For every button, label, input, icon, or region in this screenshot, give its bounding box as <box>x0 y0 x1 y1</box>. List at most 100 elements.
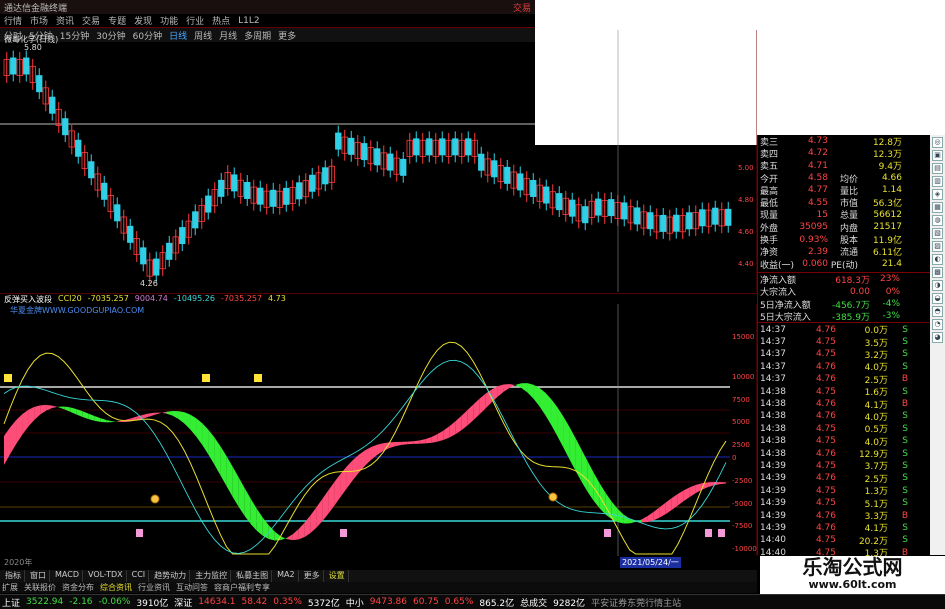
buy-signal-marker <box>202 374 210 382</box>
tool-icon[interactable]: ◍ <box>932 215 943 226</box>
menu-item-market[interactable]: 市场 <box>30 14 48 27</box>
candle-body <box>504 166 511 184</box>
tick-price: 4.76 <box>815 510 836 521</box>
indicator-band-segment <box>304 514 311 537</box>
tick-side: S <box>902 460 908 471</box>
indicator-tab[interactable]: 私募主图 <box>233 570 273 582</box>
indicator-band-segment <box>677 490 684 506</box>
flow-pct: 0% <box>885 286 900 297</box>
menu-item-quotes[interactable]: 行情 <box>4 14 22 27</box>
indicator-tab[interactable]: 趋势动力 <box>151 570 191 582</box>
sub-tab[interactable]: 容商户福利专享 <box>214 582 270 593</box>
kline-ytick: 5.00 <box>738 164 754 172</box>
tick-price: 4.76 <box>815 374 836 385</box>
tool-icon[interactable]: ◕ <box>932 332 943 343</box>
indicator-band-segment <box>593 472 600 509</box>
indicator-tab[interactable]: 窗口 <box>27 570 50 582</box>
indicator-tab[interactable]: 更多 <box>301 570 324 582</box>
candle-body <box>296 182 303 200</box>
indicator-tab[interactable]: 设置 <box>326 570 349 582</box>
menu-item-topics[interactable]: 专题 <box>108 14 126 27</box>
tool-icon[interactable]: ◐ <box>932 254 943 265</box>
menu-item-hot[interactable]: 热点 <box>212 14 230 27</box>
tick-volume: 3.2万 <box>864 350 888 361</box>
indicator-band-segment <box>485 389 492 409</box>
quote-key: 外盘 <box>760 223 779 234</box>
candle-body <box>660 214 667 232</box>
brand-link[interactable]: 交易 <box>513 1 531 14</box>
sub-tab[interactable]: 关联报价 <box>24 582 56 593</box>
sub-tab[interactable]: 互动问答 <box>176 582 208 593</box>
tick-row: 14:37 4.76 4.0万 S <box>758 361 930 374</box>
indicator-band-segment <box>623 514 630 524</box>
indicator-url[interactable]: 华夏金牌WWW.GOODGUPIAO.COM <box>10 305 144 316</box>
candle-body <box>712 207 719 225</box>
indicator-tab[interactable]: 指标 <box>2 570 25 582</box>
tick-row: 14:38 4.75 0.5万 S <box>758 423 930 436</box>
indicator-band-segment <box>383 442 390 452</box>
menu-item-l1l2[interactable]: L1L2 <box>238 16 259 26</box>
tick-side: S <box>902 423 908 434</box>
indicator-tab[interactable]: CCI <box>129 570 150 582</box>
candle-body <box>257 187 264 205</box>
menu-bar: 行情 市场 资讯 交易 专题 发现 功能 行业 热点 L1L2 <box>0 14 535 28</box>
tool-icon[interactable]: ▤ <box>932 163 943 174</box>
indicator-band-segment <box>461 410 468 431</box>
tool-icon[interactable]: ◑ <box>932 280 943 291</box>
kline-chart[interactable]: 微毒化学(日线) 5.80 4.26 5.00 4.80 4.60 4.40 <box>0 30 757 292</box>
sub-tab[interactable]: 资金分布 <box>62 582 94 593</box>
indicator-band-segment <box>322 489 329 521</box>
menu-item-news[interactable]: 资讯 <box>56 14 74 27</box>
indicator-band-segment <box>112 421 119 423</box>
tick-time: 14:38 <box>760 436 786 447</box>
tool-icon[interactable]: ◔ <box>932 319 943 330</box>
indicator-band-segment <box>479 393 486 415</box>
tool-icon[interactable]: ▥ <box>932 176 943 187</box>
tick-side: S <box>902 473 908 484</box>
tool-icon[interactable]: ◓ <box>932 306 943 317</box>
indicator-ytick: 15000 <box>732 333 754 341</box>
quote-key: 卖四 <box>760 149 779 160</box>
candle-body <box>101 182 108 200</box>
sz-index-label[interactable]: 深证 <box>174 596 192 609</box>
indicator-tab[interactable]: MA2 <box>274 570 299 582</box>
indicator-tab[interactable]: 主力监控 <box>192 570 232 582</box>
sh-index-label[interactable]: 上证 <box>2 596 20 609</box>
zx-index-label[interactable]: 中小 <box>346 596 364 609</box>
tool-icon[interactable]: ▦ <box>932 202 943 213</box>
tool-icon[interactable]: ◈ <box>932 189 943 200</box>
indicator-band-segment <box>316 498 323 528</box>
tool-icon[interactable]: ▧ <box>932 228 943 239</box>
sub-tab[interactable]: 综合资讯 <box>100 582 132 593</box>
tick-price: 4.75 <box>815 498 836 509</box>
tool-icon[interactable]: ◎ <box>932 137 943 148</box>
tool-icon[interactable]: ▣ <box>932 150 943 161</box>
indicator-band-segment <box>256 508 263 536</box>
indicator-tab[interactable]: VOL-TDX <box>85 570 127 582</box>
tool-icon[interactable]: ▨ <box>932 241 943 252</box>
menu-item-functions[interactable]: 功能 <box>160 14 178 27</box>
candle-body <box>283 187 290 205</box>
sub-tab[interactable]: 扩展 <box>2 582 18 593</box>
indicator-band-segment <box>521 383 528 393</box>
quote-key: 最高 <box>760 186 779 197</box>
indicator-band-segment <box>178 411 185 424</box>
quote-value: 4.73 <box>807 136 828 147</box>
candle-body <box>621 202 628 220</box>
candle-body <box>569 199 576 217</box>
kline-ytick: 4.60 <box>738 228 754 236</box>
menu-item-industry[interactable]: 行业 <box>186 14 204 27</box>
indicator-band-segment <box>533 384 540 407</box>
menu-item-trade[interactable]: 交易 <box>82 14 100 27</box>
tool-icon[interactable]: ◒ <box>932 293 943 304</box>
total-label: 总成交 <box>520 598 548 609</box>
sub-tab[interactable]: 行业资讯 <box>138 582 170 593</box>
tick-side: S <box>902 436 908 447</box>
indicator-band-segment <box>40 404 47 415</box>
indicator-tab[interactable]: MACD <box>52 570 83 582</box>
menu-item-discover[interactable]: 发现 <box>134 14 152 27</box>
indicator-chart[interactable]: 15000 10000 7500 5000 2500 0 -2500 -5000 -7500 -1… <box>0 304 757 556</box>
signal-marker <box>604 529 611 537</box>
quote-panel: 卖三 4.73 12.8万 卖四 4.72 12.3万 卖五 4.71 9.4万 今开 4.58 均价… <box>757 135 930 572</box>
tool-icon[interactable]: ▩ <box>932 267 943 278</box>
